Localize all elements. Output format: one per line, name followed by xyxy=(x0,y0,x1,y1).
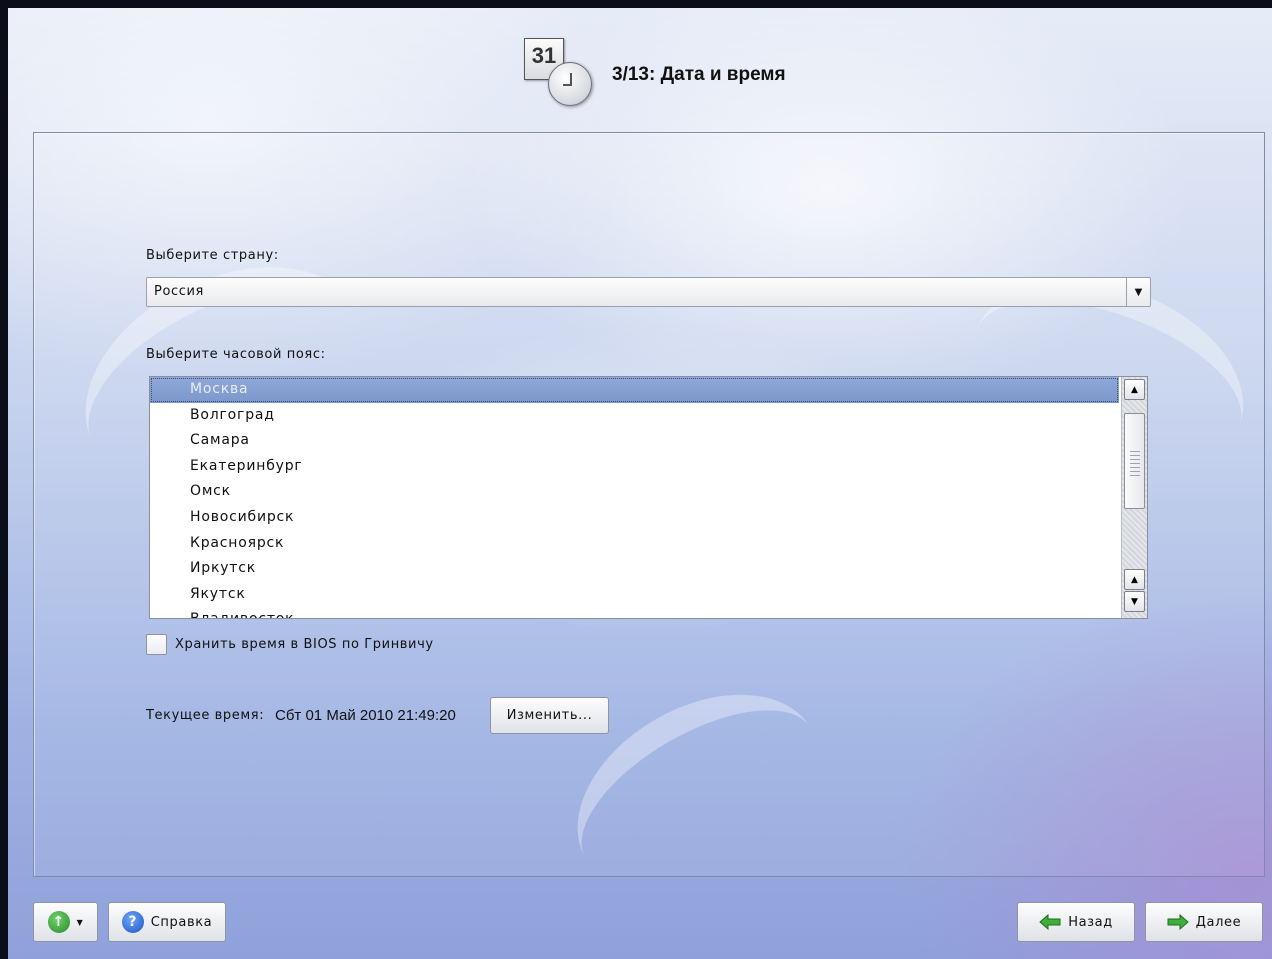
change-time-button[interactable]: Изменить... xyxy=(490,697,609,734)
page-title: 3/13: Дата и время xyxy=(612,64,786,85)
timezone-item[interactable]: Омск xyxy=(150,479,1119,505)
arrow-right-icon xyxy=(1167,914,1189,930)
country-select[interactable]: Россия ▼ xyxy=(146,277,1151,307)
timezone-item[interactable]: Якутск xyxy=(150,582,1119,608)
dropdown-arrow-icon[interactable]: ▼ xyxy=(1126,278,1150,306)
help-button[interactable]: ? Справка xyxy=(108,902,226,942)
page-header: 31 3/13: Дата и время xyxy=(522,34,922,114)
bios-utc-checkbox[interactable] xyxy=(146,634,167,655)
country-label: Выберите страну: xyxy=(146,248,279,263)
timezone-item[interactable]: Волгоград xyxy=(150,403,1119,429)
timezone-list[interactable]: Москва Волгоград Самара Екатеринбург Омс… xyxy=(149,376,1148,619)
clock-icon xyxy=(548,62,592,106)
scroll-up-icon[interactable]: ▲ xyxy=(1124,379,1145,400)
timezone-item[interactable]: Новосибирск xyxy=(150,505,1119,531)
scroll-up-icon[interactable]: ▲ xyxy=(1124,569,1145,590)
chevron-down-icon: ▼ xyxy=(76,917,84,927)
timezone-item[interactable]: Иркутск xyxy=(150,556,1119,582)
back-button[interactable]: Назад xyxy=(1017,902,1135,942)
update-menu-button[interactable]: ↑ ▼ xyxy=(33,902,98,942)
help-icon: ? xyxy=(121,911,144,933)
next-button[interactable]: Далее xyxy=(1145,902,1263,942)
country-selected-value: Россия xyxy=(154,284,204,299)
installer-window: 31 3/13: Дата и время Выберите страну: Р… xyxy=(8,8,1272,959)
next-label: Далее xyxy=(1195,914,1242,930)
bios-utc-label[interactable]: Хранить время в BIOS по Гринвичу xyxy=(175,637,434,652)
scrollbar-thumb[interactable] xyxy=(1124,413,1145,509)
update-icon: ↑ xyxy=(47,911,70,933)
change-time-label: Изменить... xyxy=(506,708,593,723)
timezone-item[interactable]: Москва xyxy=(150,377,1119,403)
current-time-value: Сбт 01 Май 2010 21:49:20 xyxy=(275,707,456,724)
scroll-down-icon[interactable]: ▼ xyxy=(1124,591,1145,612)
timezone-item[interactable]: Владивосток xyxy=(150,607,1119,618)
timezone-item[interactable]: Самара xyxy=(150,428,1119,454)
arrow-left-icon xyxy=(1039,914,1061,930)
timezone-item[interactable]: Екатеринбург xyxy=(150,454,1119,480)
timezone-label: Выберите часовой пояс: xyxy=(146,347,326,362)
help-label: Справка xyxy=(150,914,213,930)
back-label: Назад xyxy=(1068,914,1113,930)
timezone-items: Москва Волгоград Самара Екатеринбург Омс… xyxy=(150,377,1119,618)
timezone-scrollbar[interactable]: ▲ ▲ ▼ xyxy=(1121,377,1147,618)
current-time-label: Текущее время: xyxy=(146,708,265,723)
timezone-item[interactable]: Красноярск xyxy=(150,531,1119,557)
